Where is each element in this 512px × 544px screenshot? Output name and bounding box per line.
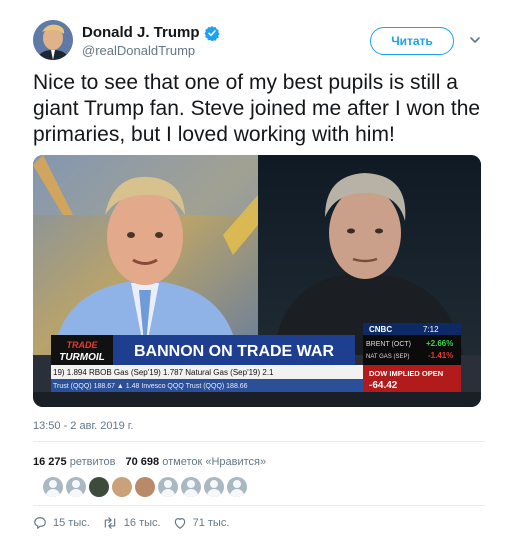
divider — [33, 505, 485, 506]
tweet-media-image[interactable]: TRADE TURMOIL BANNON ON TRADE WAR CNBC 7… — [33, 155, 481, 407]
reply-icon — [34, 517, 46, 529]
like-button[interactable]: 71 тыс. — [173, 516, 230, 530]
liker-avatars — [43, 477, 247, 497]
liker-avatar[interactable] — [181, 477, 201, 497]
liker-avatar[interactable] — [89, 477, 109, 497]
ticker-brent-label: BRENT (OCT) — [366, 341, 411, 348]
liker-avatar[interactable] — [135, 477, 155, 497]
liker-avatar[interactable] — [158, 477, 178, 497]
retweets-count: 16 275 — [33, 456, 67, 468]
ticker-line-2: Trust (QQQ) 188.67 ▲ 1.48 Invesco QQQ Tr… — [53, 383, 248, 390]
author-name-row: Donald J. Trump — [82, 24, 220, 41]
ticker-natgas-value: -1.41% — [428, 351, 453, 360]
headline: BANNON ON TRADE WAR — [134, 343, 334, 360]
ticker-line-1: 19) 1.894 RBOB Gas (Sep'19) 1.787 Natura… — [53, 368, 274, 377]
divider — [33, 441, 485, 442]
liker-avatar[interactable] — [66, 477, 86, 497]
engagement-stats: 16 275 ретвитов 70 698 отметок «Нравится… — [33, 456, 266, 468]
liker-avatar[interactable] — [204, 477, 224, 497]
avatar[interactable] — [33, 20, 73, 60]
likes-count: 70 698 — [125, 456, 160, 468]
like-count: 71 тыс. — [192, 517, 230, 529]
tweet-text: Nice to see that one of my best pupils i… — [33, 71, 481, 146]
tweet: Donald J. Trump @realDonaldTrump Читать … — [0, 0, 512, 544]
liker-avatar[interactable] — [43, 477, 63, 497]
timestamp[interactable]: 13:50 - 2 авг. 2019 г. — [33, 420, 133, 432]
like-icon — [174, 518, 185, 529]
reply-button[interactable]: 15 тыс. — [33, 516, 90, 530]
dow-label: DOW IMPLIED OPEN — [369, 369, 443, 378]
network-logo: CNBC — [369, 325, 392, 334]
clock: 7:12 — [423, 325, 439, 334]
brand-top: TRADE — [67, 340, 99, 350]
likes-stat[interactable]: 70 698 отметок «Нравится» — [126, 456, 267, 468]
reply-count: 15 тыс. — [53, 517, 90, 529]
liker-avatar[interactable] — [112, 477, 132, 497]
retweet-count: 16 тыс. — [123, 517, 161, 529]
brand-bottom: TURMOIL — [59, 352, 105, 363]
retweets-label: ретвитов — [69, 456, 116, 468]
display-name[interactable]: Donald J. Trump — [82, 24, 200, 41]
likes-label: отметок «Нравится» — [162, 456, 267, 468]
tweet-actions: 15 тыс. 16 тыс. 71 тыс. — [33, 516, 241, 530]
ticker-brent-value: +2.66% — [426, 339, 453, 348]
chevron-down-icon[interactable] — [468, 33, 482, 47]
liker-avatar[interactable] — [227, 477, 247, 497]
retweets-stat[interactable]: 16 275 ретвитов — [33, 456, 116, 468]
dow-value: -64.42 — [369, 380, 398, 391]
ticker-natgas-label: NAT GAS (SEP) — [366, 354, 409, 360]
handle[interactable]: @realDonaldTrump — [82, 43, 195, 58]
retweet-button[interactable]: 16 тыс. — [102, 516, 161, 530]
verified-icon — [203, 25, 220, 41]
retweet-icon — [104, 517, 116, 529]
follow-button[interactable]: Читать — [370, 27, 454, 55]
